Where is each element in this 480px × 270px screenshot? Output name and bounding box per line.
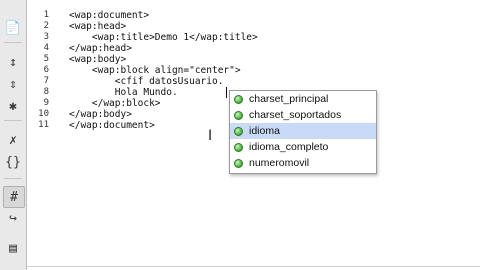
braces-icon[interactable]: {} [3,152,23,172]
line-number: 11 [38,120,49,130]
autocomplete-item-label: idioma_completo [249,141,329,153]
property-icon [234,158,243,168]
ibeam-cursor-icon: I [208,128,213,144]
line-number: 3 [43,32,49,42]
code-line[interactable]: </wap:head> [69,43,480,54]
toolbar-divider [4,178,22,179]
collapse-icon[interactable]: ↕ [3,52,23,72]
line-number: 1 [43,10,49,20]
property-icon [234,94,243,104]
code-line[interactable]: <wap:head> [69,21,480,32]
code-line[interactable]: <cfif datosUsuario. [69,76,480,87]
editor-toolbar: 📄 ↕ ⇕ ✱ ✗ {} # ↪ ▤ [0,0,27,270]
code-line[interactable]: <wap:body> [69,54,480,65]
autocomplete-popup: charset_principal charset_soportados idi… [229,90,377,174]
autocomplete-item-label: idioma [249,125,280,137]
autocomplete-item[interactable]: idioma_completo [230,139,376,155]
line-number: 6 [43,65,49,75]
editor-bottom-border [27,266,480,267]
line-number: 2 [43,21,49,31]
property-icon [234,126,243,136]
line-number: 9 [43,98,49,108]
property-icon [234,142,243,152]
autocomplete-item[interactable]: numeromovil [230,155,376,171]
line-number: 8 [43,87,49,97]
wrap-icon[interactable]: ↪ [3,208,23,228]
toolbar-divider [4,42,22,43]
select-tag-icon[interactable]: ✱ [3,96,23,116]
hash-comment-icon[interactable]: # [3,186,25,208]
line-number: 4 [43,43,49,53]
code-line[interactable]: <wap:title>Demo 1</wap:title> [69,32,480,43]
autocomplete-item-selected[interactable]: idioma [230,123,376,139]
text-caret [226,87,227,98]
line-number: 7 [43,76,49,86]
code-line[interactable]: <wap:document> [69,10,480,21]
line-number: 5 [43,54,49,64]
code-line[interactable]: <wap:block align="center"> [69,65,480,76]
file-icon[interactable]: 📄 [3,18,23,38]
autocomplete-item[interactable]: charset_soportados [230,107,376,123]
property-icon [234,110,243,120]
tag-icon[interactable]: ✗ [3,130,23,150]
autocomplete-item-label: numeromovil [249,157,310,169]
snippet-icon[interactable]: ▤ [3,238,23,258]
expand-icon[interactable]: ⇕ [3,74,23,94]
toolbar-divider [4,120,22,121]
line-number: 10 [38,109,49,119]
autocomplete-item[interactable]: charset_principal [230,91,376,107]
autocomplete-item-label: charset_principal [249,93,329,105]
autocomplete-item-label: charset_soportados [249,109,342,121]
line-number-gutter: 1 2 3 4 5 6 7 8 9 10 11 [27,10,49,131]
